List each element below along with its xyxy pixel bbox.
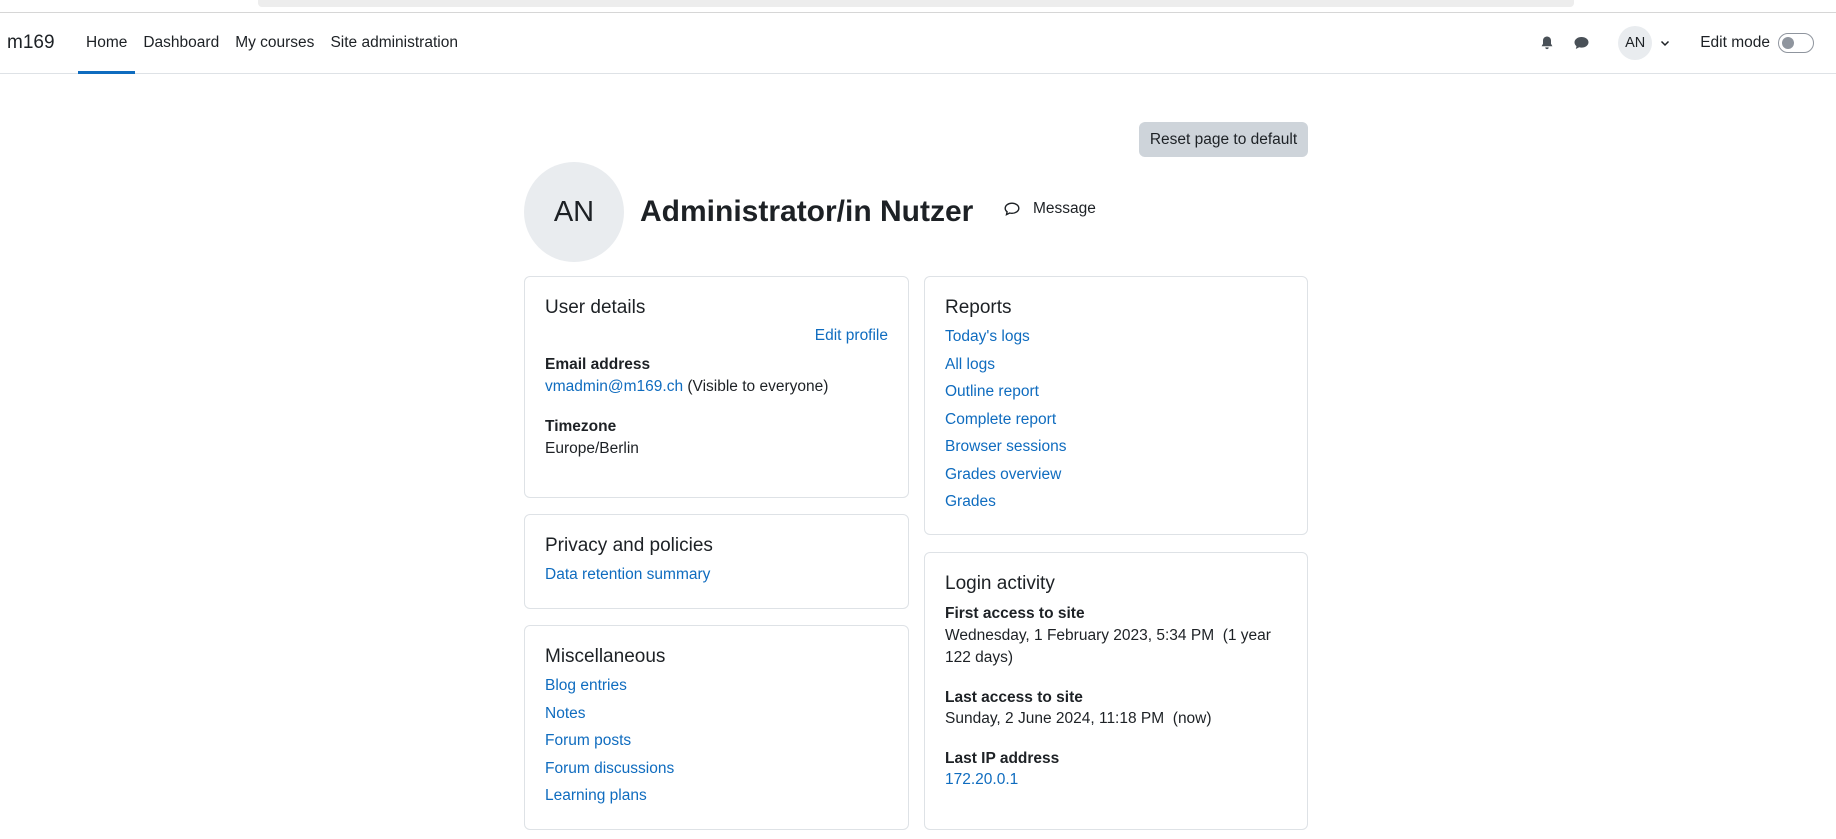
chat-bubble-icon <box>1574 37 1589 49</box>
grades-overview-link[interactable]: Grades overview <box>945 465 1287 485</box>
nav-home[interactable]: Home <box>78 13 136 74</box>
last-access-label: Last access to site <box>945 689 1083 706</box>
first-access-value-line1: Wednesday, 1 February 2023, 5:34 PM (1 y… <box>945 627 1271 644</box>
edit-mode-control: Edit mode <box>1700 33 1814 53</box>
edit-mode-toggle[interactable] <box>1778 33 1814 53</box>
user-menu-toggle[interactable]: AN <box>1618 26 1670 60</box>
privacy-title: Privacy and policies <box>545 535 713 556</box>
message-button[interactable]: Message <box>1003 200 1096 218</box>
complete-report-link[interactable]: Complete report <box>945 410 1287 430</box>
blog-entries-link[interactable]: Blog entries <box>545 676 888 696</box>
email-label: Email address <box>545 356 651 373</box>
navbar-right: AN Edit mode <box>1530 13 1836 73</box>
browser-strip <box>0 0 1836 13</box>
nav-dashboard[interactable]: Dashboard <box>135 13 227 73</box>
miscellaneous-title: Miscellaneous <box>545 646 666 667</box>
notifications-button[interactable] <box>1530 26 1564 60</box>
page-title: Administrator/in Nutzer <box>640 195 974 228</box>
browser-sessions-link[interactable]: Browser sessions <box>945 437 1287 457</box>
last-ip-label: Last IP address <box>945 750 1060 767</box>
forum-discussions-link[interactable]: Forum discussions <box>545 759 888 779</box>
user-details-card: User details Edit profile Email address … <box>524 276 909 498</box>
speech-bubble-icon <box>1004 202 1020 216</box>
user-details-title: User details <box>545 297 646 318</box>
last-ip-link[interactable]: 172.20.0.1 <box>945 770 1287 790</box>
reset-page-button[interactable]: Reset page to default <box>1139 122 1308 157</box>
data-retention-summary-link[interactable]: Data retention summary <box>545 565 888 585</box>
address-bar[interactable] <box>258 0 1574 7</box>
edit-mode-label: Edit mode <box>1700 34 1770 51</box>
chevron-down-icon <box>1661 40 1670 47</box>
messages-button[interactable] <box>1564 26 1598 60</box>
primary-navigation: Home Dashboard My courses Site administr… <box>78 13 466 74</box>
edit-profile-link[interactable]: Edit profile <box>545 327 888 345</box>
notes-link[interactable]: Notes <box>545 704 888 724</box>
reports-title: Reports <box>945 297 1012 318</box>
first-access-value-line2: 122 days) <box>945 649 1014 666</box>
grades-link[interactable]: Grades <box>945 492 1287 512</box>
privacy-card: Privacy and policies Data retention summ… <box>524 514 909 609</box>
all-logs-link[interactable]: All logs <box>945 355 1287 375</box>
reports-card: Reports Today's logs All logs Outline re… <box>924 276 1308 535</box>
miscellaneous-card: Miscellaneous Blog entries Notes Forum p… <box>524 625 909 830</box>
nav-my-courses[interactable]: My courses <box>227 13 322 73</box>
avatar: AN <box>1618 26 1653 60</box>
todays-logs-link[interactable]: Today's logs <box>945 327 1287 347</box>
email-visibility: (Visible to everyone) <box>687 378 829 395</box>
email-row: vmadmin@m169.ch (Visible to everyone) <box>545 376 888 398</box>
profile-avatar: AN <box>524 162 624 262</box>
nav-site-administration[interactable]: Site administration <box>322 13 466 73</box>
site-brand[interactable]: m169 <box>7 32 55 54</box>
last-access-value: Sunday, 2 June 2024, 11:18 PM (now) <box>945 710 1212 727</box>
learning-plans-link[interactable]: Learning plans <box>545 786 888 806</box>
login-activity-title: Login activity <box>945 573 1055 594</box>
login-activity-card: Login activity First access to site Wedn… <box>924 552 1308 830</box>
email-link[interactable]: vmadmin@m169.ch <box>545 378 683 395</box>
forum-posts-link[interactable]: Forum posts <box>545 731 888 751</box>
timezone-value: Europe/Berlin <box>545 440 639 457</box>
message-label: Message <box>1033 200 1096 217</box>
outline-report-link[interactable]: Outline report <box>945 382 1287 402</box>
top-navbar: m169 Home Dashboard My courses Site admi… <box>0 13 1836 74</box>
timezone-label: Timezone <box>545 418 617 435</box>
first-access-label: First access to site <box>945 605 1085 622</box>
bell-icon <box>1541 36 1553 50</box>
